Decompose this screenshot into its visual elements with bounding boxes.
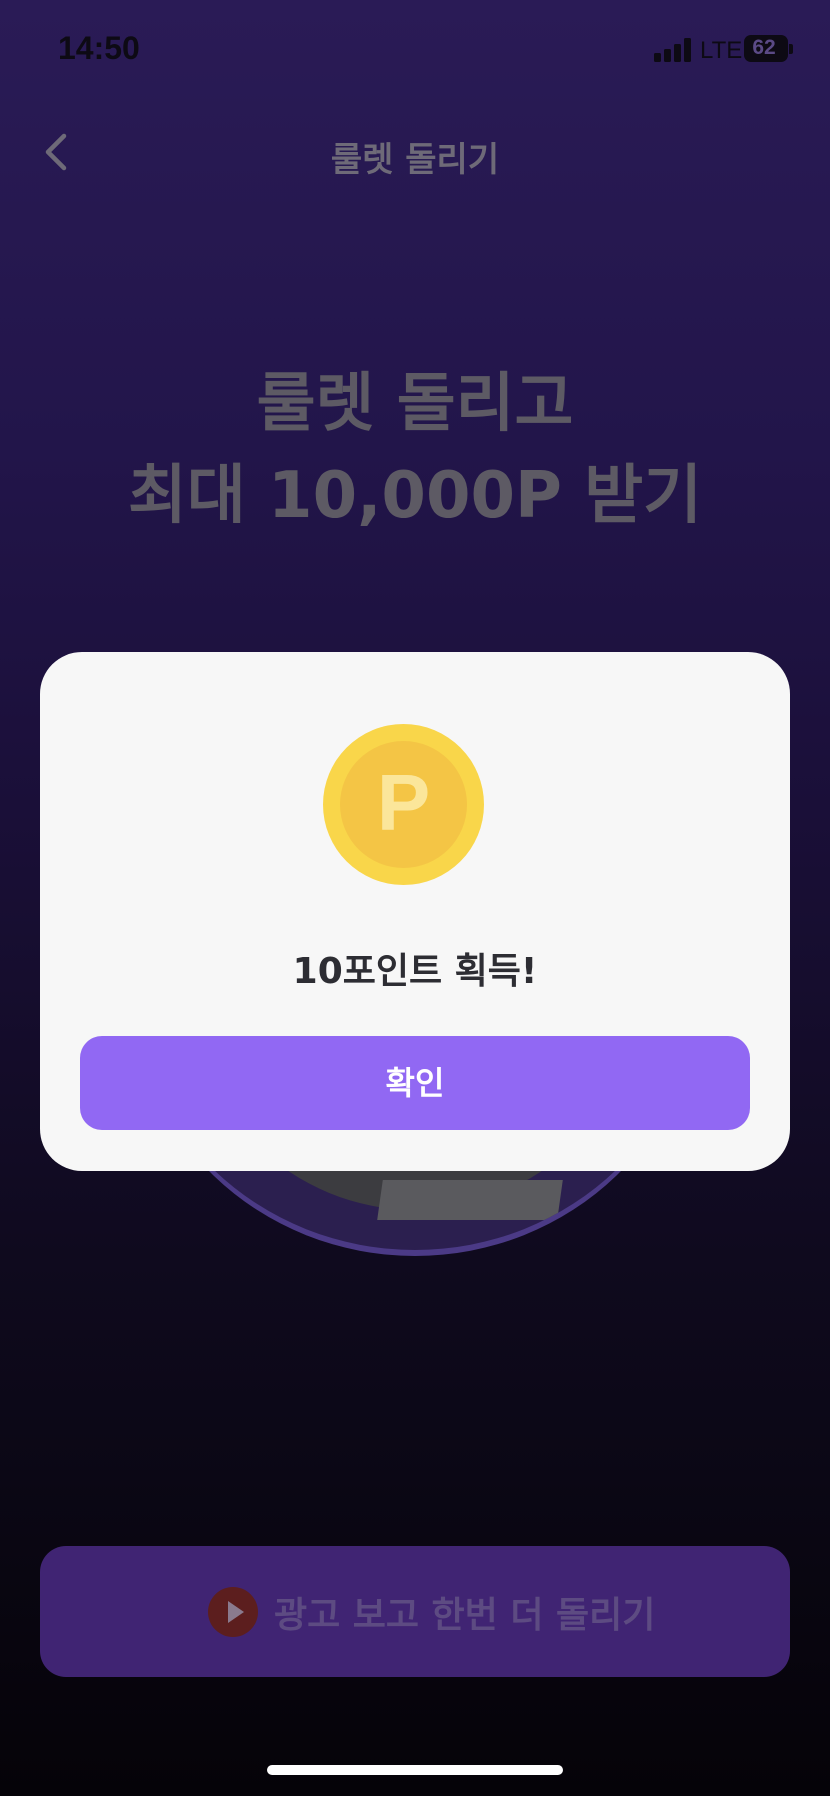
reward-message: 10포인트 획득! xyxy=(292,951,538,992)
point-coin-icon: P xyxy=(323,724,484,885)
headline-line-1: 룰렛 돌리고 xyxy=(256,367,574,441)
reward-dialog: P 10포인트 획득! 확인 xyxy=(40,652,790,1171)
battery-cap xyxy=(789,44,793,54)
play-icon xyxy=(208,1587,258,1637)
home-indicator[interactable] xyxy=(267,1765,563,1775)
network-type: LTE xyxy=(700,37,743,64)
confirm-button-label: 확인 xyxy=(385,1064,445,1102)
watch-ad-label: 광고 보고 한번 더 돌리기 xyxy=(274,1595,656,1636)
battery-level: 62 xyxy=(752,36,776,59)
headline: 룰렛 돌리고 최대 10,000P 받기 xyxy=(0,358,830,542)
battery-icon: 62 xyxy=(744,35,788,62)
watch-ad-spin-again-button[interactable]: 광고 보고 한번 더 돌리기 xyxy=(40,1546,790,1677)
confirm-button[interactable]: 확인 xyxy=(80,1036,750,1130)
roulette-segment xyxy=(377,1180,563,1220)
headline-line-2: 최대 10,000P 받기 xyxy=(128,459,702,533)
status-time: 14:50 xyxy=(58,30,140,66)
signal-icon xyxy=(654,38,692,62)
coin-letter: P xyxy=(376,758,431,847)
status-bar: 14:50 LTE 62 xyxy=(0,0,830,100)
coin-inner: P xyxy=(340,741,467,868)
page-title: 룰렛 돌리기 xyxy=(330,140,500,180)
